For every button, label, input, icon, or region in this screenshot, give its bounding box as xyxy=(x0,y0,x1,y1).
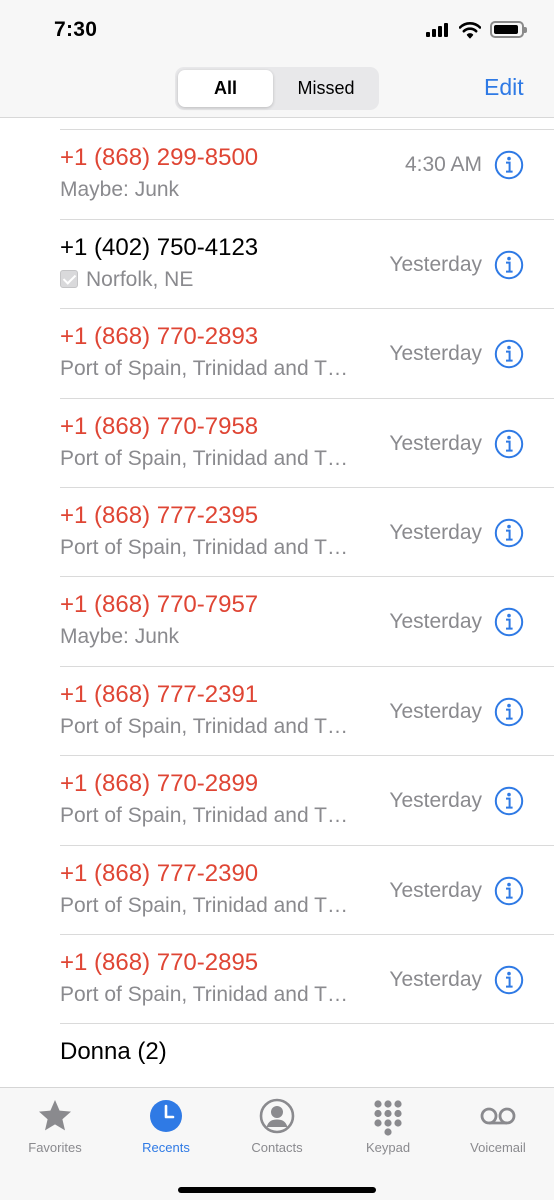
caller-detail-text: Maybe: Junk xyxy=(60,178,180,202)
filter-segmented-control: All Missed xyxy=(175,67,379,110)
caller-number: +1 (868) 770-7957 xyxy=(60,591,259,619)
voicemail-icon xyxy=(480,1107,516,1125)
star-icon xyxy=(39,1100,71,1131)
caller-number: Donna (2) xyxy=(60,1038,167,1066)
tab-voicemail-label: Voicemail xyxy=(470,1140,526,1155)
caller-detail-text: Port of Spain, Trinidad and T… xyxy=(60,536,348,559)
segment-all[interactable]: All xyxy=(178,70,273,107)
caller-detail: Maybe: Junk xyxy=(60,625,179,649)
nav-bar: All Missed Edit xyxy=(0,60,554,118)
caller-number: +1 (402) 750-4123 xyxy=(60,233,259,261)
caller-number: +1 (868) 770-7958 xyxy=(60,412,259,440)
tab-contacts-label: Contacts xyxy=(251,1140,303,1155)
tab-keypad[interactable]: Keypad xyxy=(333,1096,443,1155)
caller-detail-text: Port of Spain, Trinidad and T… xyxy=(60,714,348,738)
tab-bar: Favorites Recents Contacts Keypad Voicem… xyxy=(0,1087,554,1200)
call-time: Yesterday xyxy=(389,789,482,813)
caller-detail: Port of Spain, Trinidad and T… xyxy=(60,894,348,918)
battery-icon xyxy=(490,21,527,38)
info-icon[interactable] xyxy=(494,518,524,548)
keypad-icon xyxy=(374,1100,402,1136)
home-indicator xyxy=(178,1187,376,1193)
caller-detail-text: Norfolk, NE xyxy=(86,267,194,291)
caller-detail: Port of Spain, Trinidad and T… xyxy=(60,715,348,739)
info-icon[interactable] xyxy=(494,965,524,995)
call-row[interactable]: +1 (868) 777-2390 Port of Spain, Trinidad… xyxy=(0,846,554,935)
caller-detail: Maybe: Junk xyxy=(60,178,179,202)
caller-number: +1 (868) 777-2391 xyxy=(60,680,259,708)
call-row[interactable]: Donna (2) xyxy=(0,1024,554,1087)
call-row[interactable]: +1 (868) 777-2391 Port of Spain, Trinidad… xyxy=(0,667,554,757)
clock-icon xyxy=(150,1100,182,1132)
tab-recents[interactable]: Recents xyxy=(111,1096,221,1155)
tab-voicemail[interactable]: Voicemail xyxy=(443,1096,553,1155)
caller-detail: Port of Spain, Trinidad and T… xyxy=(60,804,348,828)
info-icon[interactable] xyxy=(494,339,524,369)
call-time: Yesterday xyxy=(389,610,482,634)
info-icon[interactable] xyxy=(494,429,524,459)
caller-detail: Port of Spain, Trinidad and T… xyxy=(60,447,348,471)
info-icon[interactable] xyxy=(494,250,524,280)
call-time: Yesterday xyxy=(389,252,482,276)
caller-detail-text: Port of Spain, Trinidad and T… xyxy=(60,357,348,381)
caller-detail-text: Port of Spain, Trinidad and T… xyxy=(60,804,348,828)
tab-favorites-label: Favorites xyxy=(28,1140,82,1155)
info-icon[interactable] xyxy=(494,607,524,637)
caller-detail: Port of Spain, Trinidad and T… xyxy=(60,536,348,560)
caller-number: +1 (868) 770-2895 xyxy=(60,949,259,976)
call-time: Yesterday xyxy=(389,878,482,902)
call-time: Yesterday xyxy=(389,521,482,544)
call-time: Yesterday xyxy=(389,699,482,723)
caller-detail-text: Maybe: Junk xyxy=(60,625,180,649)
call-time: 4:30 AM xyxy=(404,153,482,177)
caller-detail: Port of Spain, Trinidad and T… xyxy=(60,983,348,1007)
caller-detail-text: Port of Spain, Trinidad and T… xyxy=(60,983,348,1006)
call-row[interactable]: +1 (868) 770-7957 Maybe: Junk Yesterday xyxy=(0,577,554,667)
recents-list[interactable]: +1 (473) 000-0200St. George's, Grenada, … xyxy=(0,81,554,1087)
edit-button[interactable]: Edit xyxy=(484,74,524,101)
caller-number: +1 (868) 770-2899 xyxy=(60,770,259,798)
status-bar: 7:30 xyxy=(0,0,554,60)
caller-detail-text: Port of Spain, Trinidad and T… xyxy=(60,446,348,470)
call-time: Yesterday xyxy=(389,968,482,991)
info-icon[interactable] xyxy=(494,150,524,180)
cellular-signal-icon xyxy=(426,23,450,37)
info-icon[interactable] xyxy=(494,876,524,906)
segment-missed[interactable]: Missed xyxy=(276,70,376,107)
tab-keypad-label: Keypad xyxy=(365,1140,411,1155)
caller-number: +1 (868) 777-2395 xyxy=(60,502,259,529)
tab-recents-label: Recents xyxy=(142,1140,190,1155)
person-circle-icon xyxy=(259,1098,295,1134)
info-icon[interactable] xyxy=(494,786,524,816)
caller-detail: Port of Spain, Trinidad and T… xyxy=(60,357,348,381)
call-time: Yesterday xyxy=(389,342,482,366)
call-row[interactable]: +1 (868) 777-2395 Port of Spain, Trinidad… xyxy=(0,488,554,578)
caller-number: +1 (868) 777-2390 xyxy=(60,859,259,887)
status-time: 7:30 xyxy=(54,18,98,41)
call-row[interactable]: +1 (868) 299-8500 Maybe: Junk 4:30 AM xyxy=(0,130,554,220)
caller-detail-text: Port of Spain, Trinidad and T… xyxy=(60,893,348,917)
call-row[interactable]: +1 (868) 770-2895 Port of Spain, Trinidad… xyxy=(0,935,554,1025)
tab-favorites[interactable]: Favorites xyxy=(0,1096,110,1155)
call-row[interactable]: +1 (868) 770-2893 Port of Spain, Trinidad… xyxy=(0,309,554,399)
wifi-icon xyxy=(459,22,481,39)
caller-number: +1 (868) 770-2893 xyxy=(60,323,259,351)
verified-check-icon xyxy=(60,269,78,288)
call-row[interactable]: +1 (868) 770-7958 Port of Spain, Trinidad… xyxy=(0,399,554,488)
caller-number: +1 (868) 299-8500 xyxy=(60,144,259,172)
caller-detail: Norfolk, NE xyxy=(60,268,193,292)
info-icon[interactable] xyxy=(494,697,524,727)
call-row[interactable]: +1 (402) 750-4123 Norfolk, NE Yesterday xyxy=(0,220,554,310)
call-row[interactable]: +1 (868) 770-2899 Port of Spain, Trinidad… xyxy=(0,756,554,846)
tab-contacts[interactable]: Contacts xyxy=(222,1096,332,1155)
call-time: Yesterday xyxy=(389,431,482,455)
